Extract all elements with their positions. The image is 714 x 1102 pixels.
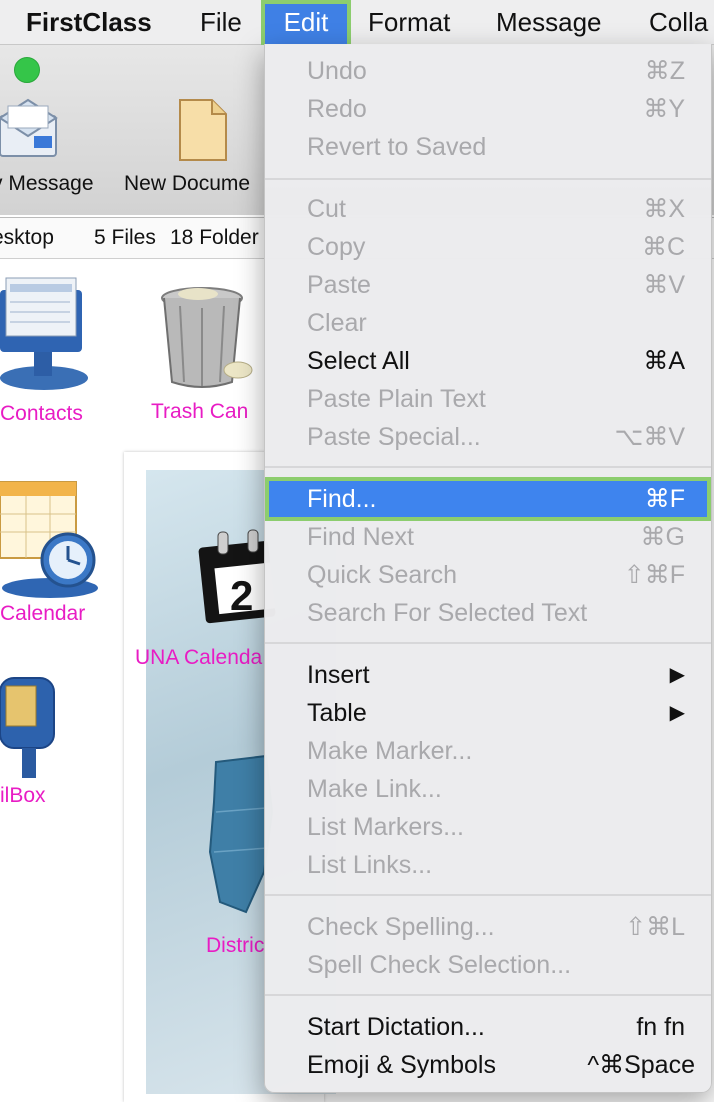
menu-item-quick-search[interactable]: Quick Search ⇧⌘F <box>265 556 711 594</box>
menu-item-table[interactable]: Table ▶ <box>265 694 711 732</box>
menu-item-copy[interactable]: Copy ⌘C <box>265 228 711 266</box>
check-spelling-shortcut: ⇧⌘L <box>625 913 685 941</box>
copy-shortcut: ⌘C <box>641 233 685 261</box>
edit-menu-dropdown: Undo ⌘Z Redo ⌘Y Revert to Saved Cut ⌘X C… <box>264 44 712 1093</box>
list-markers-label: List Markers... <box>307 813 464 841</box>
table-label: Table <box>307 699 367 727</box>
menu-format[interactable]: Format <box>368 0 450 44</box>
spell-check-selection-label: Spell Check Selection... <box>307 951 572 979</box>
search-selected-label: Search For Selected Text <box>307 599 588 627</box>
new-message-label[interactable]: v Message <box>0 172 94 196</box>
menu-item-find-next[interactable]: Find Next ⌘G <box>265 518 711 556</box>
undo-shortcut: ⌘Z <box>644 57 685 85</box>
location-label: esktop <box>0 226 54 249</box>
make-link-label: Make Link... <box>307 775 442 803</box>
menu-item-redo[interactable]: Redo ⌘Y <box>265 90 711 128</box>
select-all-shortcut: ⌘A <box>643 347 685 375</box>
menu-item-search-selected-text[interactable]: Search For Selected Text <box>265 594 711 632</box>
menu-item-insert[interactable]: Insert ▶ <box>265 656 711 694</box>
make-marker-label: Make Marker... <box>307 737 473 765</box>
emoji-symbols-label: Emoji & Symbols <box>307 1051 496 1079</box>
menu-item-list-markers[interactable]: List Markers... <box>265 808 711 846</box>
trash-can-label[interactable]: Trash Can <box>151 400 248 424</box>
insert-label: Insert <box>307 661 370 689</box>
mailbox-label[interactable]: ilBox <box>0 784 46 808</box>
find-shortcut: ⌘F <box>644 485 685 513</box>
paste-label: Paste <box>307 271 371 299</box>
check-spelling-label: Check Spelling... <box>307 913 495 941</box>
menu-item-start-dictation[interactable]: Start Dictation... fn fn <box>265 1008 711 1046</box>
copy-label: Copy <box>307 233 366 261</box>
quick-search-label: Quick Search <box>307 561 458 589</box>
submenu-arrow-icon: ▶ <box>669 702 685 724</box>
redo-shortcut: ⌘Y <box>643 95 685 123</box>
find-label: Find... <box>307 485 377 513</box>
menu-item-spell-check-selection[interactable]: Spell Check Selection... <box>265 946 711 984</box>
new-message-icon[interactable] <box>0 96 62 164</box>
menu-collaborate[interactable]: Colla <box>649 0 708 44</box>
menu-item-revert-to-saved[interactable]: Revert to Saved <box>265 128 711 166</box>
find-next-label: Find Next <box>307 523 414 551</box>
paste-special-label: Paste Special... <box>307 423 481 451</box>
menu-item-paste-plain-text[interactable]: Paste Plain Text <box>265 380 711 418</box>
clear-label: Clear <box>307 309 367 337</box>
cut-shortcut: ⌘X <box>643 195 685 223</box>
find-next-shortcut: ⌘G <box>640 523 685 551</box>
menu-separator <box>265 994 711 996</box>
zoom-window-button[interactable] <box>14 57 40 83</box>
trash-can-icon[interactable] <box>158 284 256 392</box>
menu-item-clear[interactable]: Clear <box>265 304 711 342</box>
file-count: 5 Files <box>94 226 156 249</box>
folder-count: 18 Folder <box>170 226 259 249</box>
undo-label: Undo <box>307 57 367 85</box>
contacts-icon[interactable] <box>0 270 96 396</box>
paste-plain-label: Paste Plain Text <box>307 385 486 413</box>
menu-edit[interactable]: Edit <box>261 0 351 48</box>
una-calendar-digit: 2 <box>230 572 253 619</box>
menu-message[interactable]: Message <box>496 0 602 44</box>
redo-label: Redo <box>307 95 367 123</box>
menu-item-make-link[interactable]: Make Link... <box>265 770 711 808</box>
revert-label: Revert to Saved <box>307 133 487 161</box>
menu-item-paste-special[interactable]: Paste Special... ⌥⌘V <box>265 418 711 456</box>
start-dictation-label: Start Dictation... <box>307 1013 485 1041</box>
menu-item-paste[interactable]: Paste ⌘V <box>265 266 711 304</box>
menu-bar: FirstClass File Edit Format Message Coll… <box>0 0 714 48</box>
district-label[interactable]: Distric <box>206 934 264 958</box>
menu-item-list-links[interactable]: List Links... <box>265 846 711 884</box>
menu-separator <box>265 642 711 644</box>
calendar-label[interactable]: Calendar <box>0 602 85 626</box>
menu-item-make-marker[interactable]: Make Marker... <box>265 732 711 770</box>
una-calendar-label[interactable]: UNA Calenda <box>135 646 262 670</box>
submenu-arrow-icon: ▶ <box>669 664 685 686</box>
menu-separator <box>265 466 711 468</box>
menu-app-firstclass[interactable]: FirstClass <box>26 0 152 44</box>
menu-item-undo[interactable]: Undo ⌘Z <box>265 52 711 90</box>
mailbox-icon[interactable] <box>0 668 60 780</box>
menu-item-cut[interactable]: Cut ⌘X <box>265 190 711 228</box>
menu-separator <box>265 178 711 180</box>
menu-item-check-spelling[interactable]: Check Spelling... ⇧⌘L <box>265 908 711 946</box>
quick-search-shortcut: ⇧⌘F <box>623 561 685 589</box>
cut-label: Cut <box>307 195 346 223</box>
paste-special-shortcut: ⌥⌘V <box>614 423 685 451</box>
new-document-icon[interactable] <box>178 98 228 162</box>
menu-file[interactable]: File <box>200 0 242 44</box>
select-all-label: Select All <box>307 347 410 375</box>
calendar-icon[interactable] <box>0 470 100 600</box>
list-links-label: List Links... <box>307 851 433 879</box>
new-document-label[interactable]: New Docume <box>124 172 250 196</box>
menu-item-select-all[interactable]: Select All ⌘A <box>265 342 711 380</box>
start-dictation-shortcut: fn fn <box>636 1013 685 1041</box>
contacts-label[interactable]: Contacts <box>0 402 83 426</box>
emoji-symbols-shortcut: ^⌘Space <box>587 1051 695 1079</box>
menu-item-emoji-symbols[interactable]: Emoji & Symbols ^⌘Space <box>265 1046 711 1084</box>
menu-separator <box>265 894 711 896</box>
menu-item-find[interactable]: Find... ⌘F <box>265 477 711 521</box>
paste-shortcut: ⌘V <box>643 271 685 299</box>
